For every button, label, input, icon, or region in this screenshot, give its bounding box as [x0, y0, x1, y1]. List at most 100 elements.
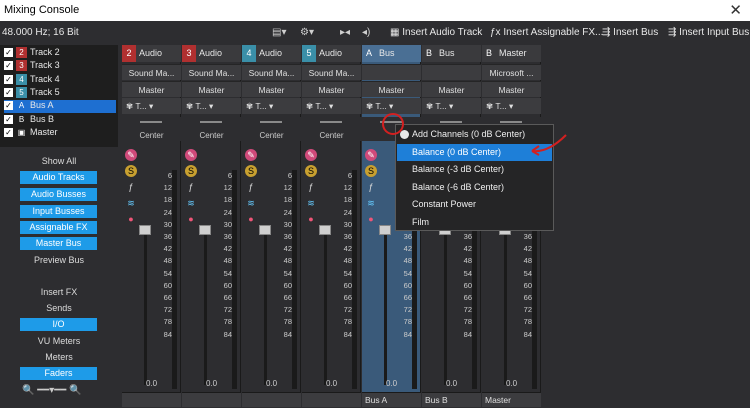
settings-icon[interactable]: ⚙▾	[300, 27, 314, 38]
preview-bus-link[interactable]: Preview Bus	[0, 255, 118, 265]
input-device[interactable]	[362, 64, 421, 80]
pan-slider[interactable]	[260, 121, 282, 123]
track-list-item[interactable]: ✓ B Bus B	[4, 114, 116, 127]
pan-control[interactable]: Center	[122, 117, 181, 141]
output-routing[interactable]: Master	[302, 81, 361, 97]
track-list-item[interactable]: ✓ 4 Track 4	[4, 74, 116, 87]
record-arm-icon[interactable]: ●	[245, 213, 257, 225]
automation-icon[interactable]: ≋	[245, 197, 257, 209]
solo-icon[interactable]: S	[305, 165, 317, 177]
insert-fx-link[interactable]: Insert FX	[0, 287, 118, 297]
fx-icon[interactable]: ƒ	[185, 181, 197, 193]
pan-mode-menu-item[interactable]: Balance (-6 dB Center)	[397, 179, 552, 196]
pan-control[interactable]: Center	[182, 117, 241, 141]
fader-knob[interactable]	[139, 225, 151, 235]
strip-header[interactable]: 3 Audio	[182, 45, 241, 62]
input-device[interactable]: Sound Ma...	[302, 64, 361, 80]
show-all-link[interactable]: Show All	[0, 156, 118, 166]
fx-icon[interactable]: ƒ	[305, 181, 317, 193]
automation-icon[interactable]: ≋	[365, 197, 377, 209]
input-device[interactable]: Sound Ma...	[122, 64, 181, 80]
fx-icon[interactable]: ƒ	[365, 181, 377, 193]
checkbox[interactable]: ✓	[4, 61, 13, 71]
output-routing[interactable]: Master	[362, 81, 421, 97]
record-arm-icon[interactable]: ●	[365, 213, 377, 225]
pan-slider[interactable]	[440, 121, 462, 123]
input-device[interactable]	[422, 64, 481, 80]
pan-mode-menu-item[interactable]: Balance (-3 dB Center)	[397, 161, 552, 178]
checkbox[interactable]: ✓	[4, 114, 13, 124]
fader-knob[interactable]	[199, 225, 211, 235]
checkbox[interactable]: ✓	[4, 127, 13, 137]
mute-icon[interactable]: ✎	[125, 149, 137, 161]
track-list-item[interactable]: ✓ A Bus A	[4, 100, 116, 114]
pan-slider[interactable]	[200, 121, 222, 123]
output-routing[interactable]: Master	[182, 81, 241, 97]
fx-chain-slot[interactable]: ✾ T... ▾	[182, 98, 241, 114]
input-device[interactable]: Sound Ma...	[242, 64, 301, 80]
insert-input-bus-button[interactable]: ⇶ Insert Input Bus	[668, 27, 749, 38]
insert-assignable-fx-button[interactable]: ƒx Insert Assignable FX...	[490, 27, 603, 38]
strip-header[interactable]: B Bus	[422, 45, 481, 62]
strip-header[interactable]: B Master	[482, 45, 541, 62]
io-button[interactable]: I/O	[20, 318, 97, 331]
vu-meters-link[interactable]: VU Meters	[0, 336, 118, 346]
output-routing[interactable]: Master	[242, 81, 301, 97]
display-menu-icon[interactable]: ▤▾	[272, 27, 286, 38]
record-arm-icon[interactable]: ●	[305, 213, 317, 225]
meters-link[interactable]: Meters	[0, 352, 118, 362]
track-list-item[interactable]: ✓ ▣ Master	[4, 127, 116, 140]
strip-header[interactable]: 2 Audio	[122, 45, 181, 62]
faders-button[interactable]: Faders	[20, 367, 97, 380]
record-arm-icon[interactable]: ●	[125, 213, 137, 225]
pan-slider[interactable]	[500, 121, 522, 123]
master-bus-button[interactable]: Master Bus	[20, 237, 97, 250]
pan-slider[interactable]	[320, 121, 342, 123]
fx-chain-slot[interactable]: ✾ T... ▾	[422, 98, 481, 114]
solo-icon[interactable]: S	[125, 165, 137, 177]
fader-knob[interactable]	[259, 225, 271, 235]
checkbox[interactable]: ✓	[4, 88, 13, 98]
mute-icon[interactable]: ◂)	[362, 27, 370, 38]
strip-header[interactable]: 4 Audio	[242, 45, 301, 62]
mute-icon[interactable]: ✎	[245, 149, 257, 161]
zoom-slider[interactable]: 🔍 ━━▾━━ 🔍	[22, 385, 98, 399]
mute-icon[interactable]: ✎	[365, 149, 377, 161]
pan-control[interactable]: Center	[242, 117, 301, 141]
close-icon[interactable]: ✕	[729, 1, 742, 19]
fx-chain-slot[interactable]: ✾ T... ▾	[122, 98, 181, 114]
fx-chain-slot[interactable]: ✾ T... ▾	[362, 98, 421, 114]
checkbox[interactable]: ✓	[4, 48, 13, 58]
audio-busses-button[interactable]: Audio Busses	[20, 188, 97, 201]
checkbox[interactable]: ✓	[4, 101, 13, 111]
insert-audio-track-button[interactable]: ▦ Insert Audio Track	[390, 27, 482, 38]
fx-icon[interactable]: ƒ	[245, 181, 257, 193]
solo-icon[interactable]: S	[365, 165, 377, 177]
solo-icon[interactable]: S	[245, 165, 257, 177]
pan-mode-menu-item[interactable]: Constant Power	[397, 196, 552, 213]
automation-icon[interactable]: ≋	[305, 197, 317, 209]
input-device[interactable]: Microsoft ...	[482, 64, 541, 80]
fx-chain-slot[interactable]: ✾ T... ▾	[242, 98, 301, 114]
track-list-item[interactable]: ✓ 3 Track 3	[4, 60, 116, 73]
sends-link[interactable]: Sends	[0, 303, 118, 313]
automation-icon[interactable]: ≋	[185, 197, 197, 209]
mute-icon[interactable]: ✎	[305, 149, 317, 161]
automation-icon[interactable]: ≋	[125, 197, 137, 209]
fx-icon[interactable]: ƒ	[125, 181, 137, 193]
output-routing[interactable]: Master	[482, 81, 541, 97]
fx-chain-slot[interactable]: ✾ T... ▾	[302, 98, 361, 114]
strip-header[interactable]: A Bus	[362, 45, 421, 62]
input-busses-button[interactable]: Input Busses	[20, 205, 97, 218]
input-device[interactable]: Sound Ma...	[182, 64, 241, 80]
track-list-item[interactable]: ✓ 2 Track 2	[4, 47, 116, 60]
solo-icon[interactable]: S	[185, 165, 197, 177]
output-routing[interactable]: Master	[422, 81, 481, 97]
fader-knob[interactable]	[379, 225, 391, 235]
assignable-fx-button[interactable]: Assignable FX	[20, 221, 97, 234]
strip-header[interactable]: 5 Audio	[302, 45, 361, 62]
insert-bus-button[interactable]: ⇶ Insert Bus	[602, 27, 658, 38]
pan-mode-menu-item[interactable]: Film	[397, 214, 552, 231]
fader-knob[interactable]	[319, 225, 331, 235]
fx-chain-slot[interactable]: ✾ T... ▾	[482, 98, 541, 114]
